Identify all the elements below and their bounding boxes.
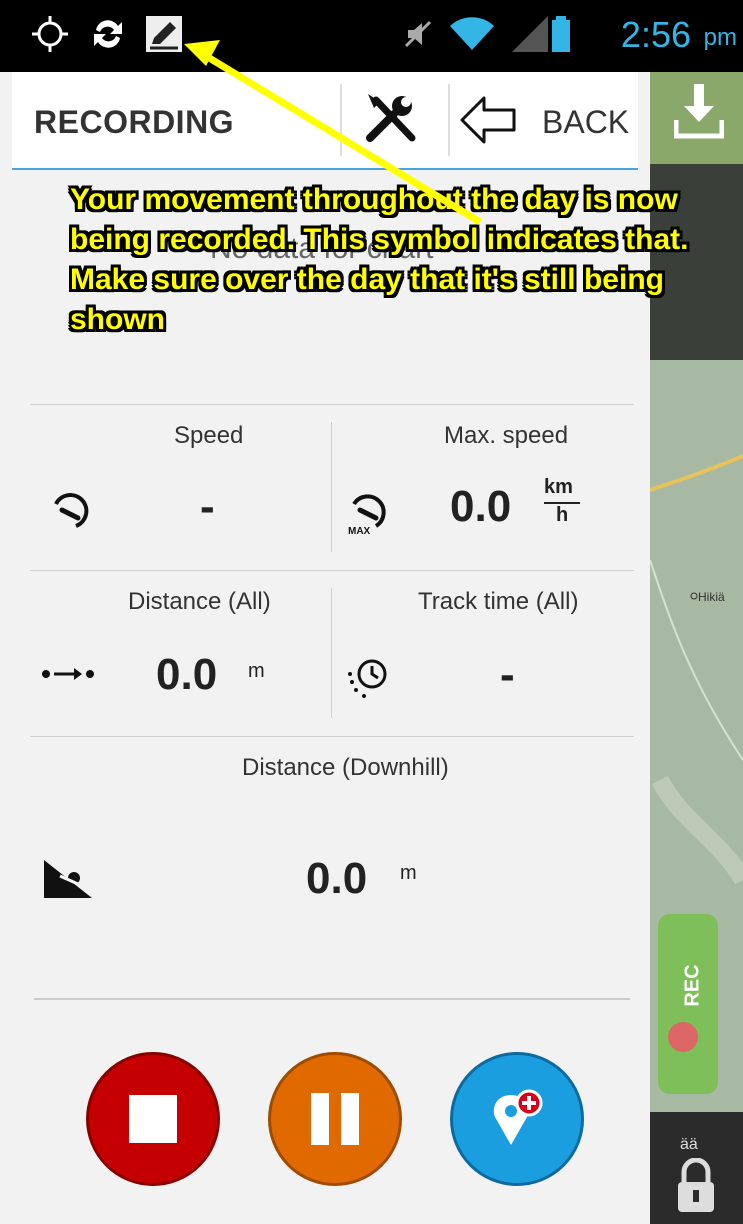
svg-text:MAX: MAX — [348, 526, 371, 536]
stopwatch-icon — [348, 659, 387, 698]
distance-downhill-value: 0.0 — [306, 854, 368, 903]
annotation-arrow — [184, 40, 482, 225]
track-time-label: Track time (All) — [418, 588, 579, 615]
speedometer-icon — [54, 493, 89, 528]
stats-vdivider-2 — [331, 588, 332, 718]
track-time-value: - — [500, 650, 515, 699]
speed-label: Speed — [174, 422, 244, 449]
add-marker-icon — [493, 1089, 543, 1145]
speed-value: - — [200, 482, 215, 531]
max-speed-unit-num: km — [544, 476, 573, 498]
stats-divider-2 — [30, 570, 634, 571]
max-speed-value: 0.0 — [450, 482, 512, 531]
pause-icon — [311, 1093, 329, 1145]
buttons-divider — [34, 998, 630, 1000]
max-speed-label: Max. speed — [444, 422, 569, 449]
stop-icon — [129, 1095, 177, 1143]
stats-divider-1 — [30, 404, 634, 405]
distance-all-value: 0.0 — [156, 650, 218, 699]
distance-all-label: Distance (All) — [128, 588, 271, 615]
pause-icon-bar — [341, 1093, 359, 1145]
max-speedometer-icon: MAX — [348, 494, 386, 536]
add-poi-button[interactable] — [450, 1052, 584, 1186]
distance-arrow-icon — [42, 668, 94, 680]
stats-divider-3 — [30, 736, 634, 737]
downhill-icon — [44, 860, 92, 898]
pause-recording-button[interactable] — [268, 1052, 402, 1186]
stop-recording-button[interactable] — [86, 1052, 220, 1186]
distance-downhill-unit: m — [400, 862, 417, 884]
max-speed-unit-den: h — [556, 504, 569, 526]
stats-vdivider-1 — [331, 422, 332, 552]
distance-all-unit: m — [248, 660, 265, 682]
distance-downhill-label: Distance (Downhill) — [242, 754, 449, 781]
